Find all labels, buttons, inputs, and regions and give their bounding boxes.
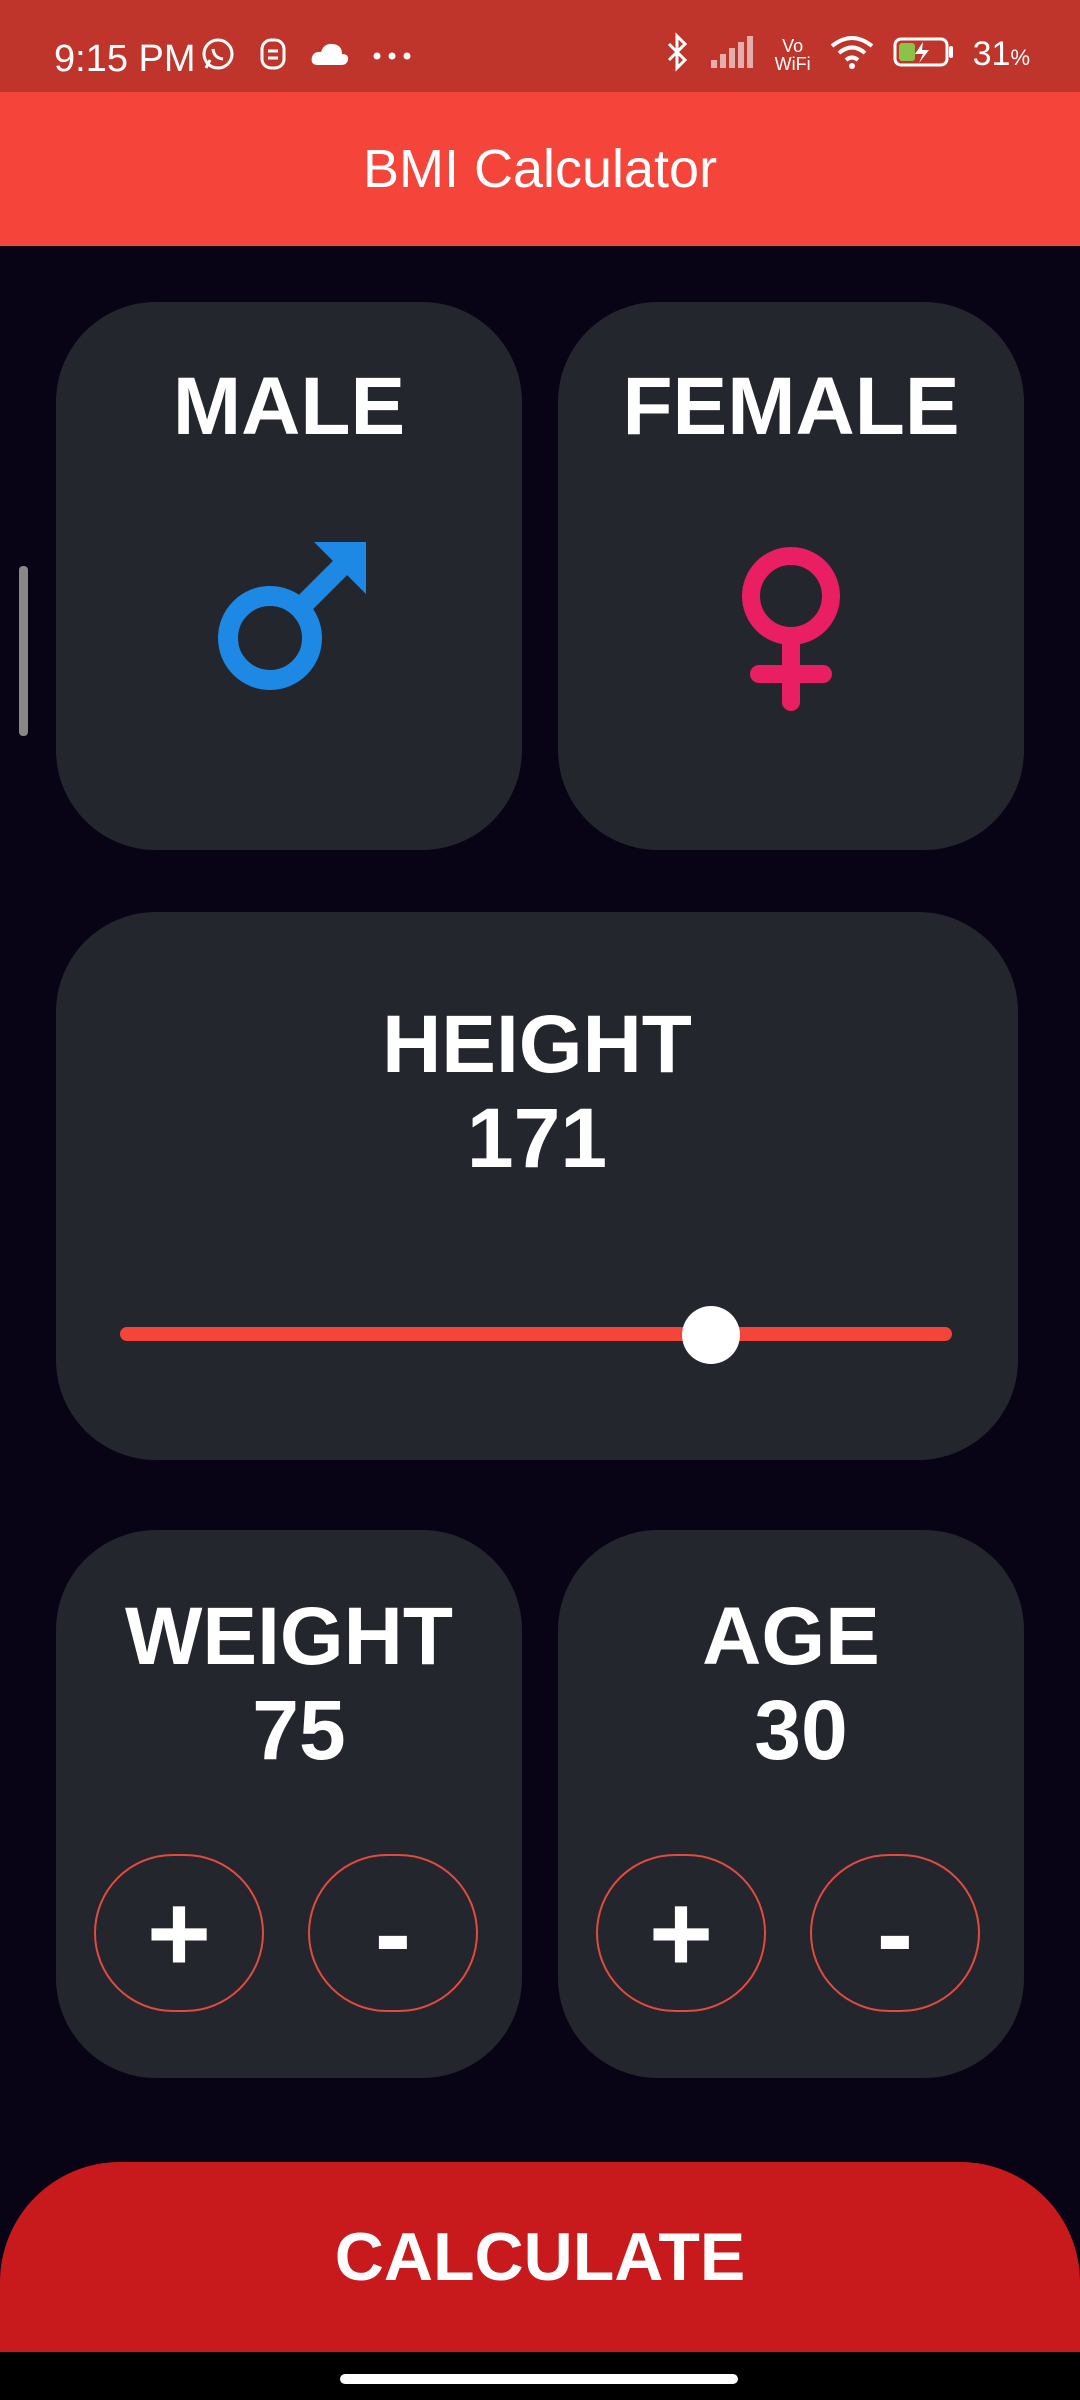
height-card: HEIGHT 171 <box>56 912 1018 1460</box>
age-plus-button[interactable]: + <box>596 1854 766 2012</box>
status-left-icons <box>200 36 412 77</box>
vowifi-bottom-label: WiFi <box>774 53 811 74</box>
weight-plus-button[interactable]: + <box>94 1854 264 2012</box>
app-title: BMI Calculator <box>362 139 718 199</box>
age-card: AGE 30 + - <box>558 1530 1024 2078</box>
navigation-bar <box>0 2352 1080 2400</box>
status-bar: 9:15 PM Vo WiFi 31% <box>0 0 1080 92</box>
battery-unit: % <box>1010 45 1030 70</box>
age-value: 30 <box>754 1683 848 1777</box>
male-label: MALE <box>172 361 406 452</box>
signal-icon <box>709 34 757 75</box>
wifi-icon <box>829 34 875 75</box>
height-label: HEIGHT <box>382 999 692 1090</box>
whatsapp-icon <box>200 36 236 77</box>
age-label: AGE <box>702 1591 880 1682</box>
weight-card: WEIGHT 75 + - <box>56 1530 522 2078</box>
notification-icon <box>258 36 288 77</box>
vowifi-top-label: Vo <box>782 35 804 56</box>
scroll-indicator <box>19 566 28 736</box>
female-label: FEMALE <box>622 361 960 452</box>
female-card[interactable]: FEMALE <box>558 302 1024 850</box>
weight-label: WEIGHT <box>125 1591 453 1682</box>
battery-value: 31 <box>972 35 1011 73</box>
weight-value: 75 <box>252 1683 346 1777</box>
vowifi-icon: Vo WiFi <box>775 37 811 73</box>
height-slider-thumb[interactable] <box>681 1306 740 1364</box>
bluetooth-icon <box>665 32 691 77</box>
app-bar: BMI Calculator <box>0 92 1080 246</box>
cloud-icon <box>310 39 350 74</box>
calculate-button[interactable]: CALCULATE <box>0 2162 1080 2352</box>
male-icon <box>214 534 374 699</box>
battery-icon <box>893 36 955 73</box>
height-slider[interactable] <box>120 1327 952 1341</box>
more-icon <box>372 48 412 66</box>
status-right-icons: Vo WiFi 31% <box>665 32 1030 77</box>
home-gesture-handle[interactable] <box>340 2374 738 2384</box>
weight-minus-button[interactable]: - <box>308 1854 478 2012</box>
female-icon <box>731 542 851 717</box>
age-minus-button[interactable]: - <box>810 1854 980 2012</box>
calculate-label: CALCULATE <box>334 2219 746 2295</box>
battery-percent: 31% <box>973 35 1030 74</box>
male-card[interactable]: MALE <box>56 302 522 850</box>
status-time: 9:15 PM <box>54 38 196 80</box>
height-value: 171 <box>466 1091 608 1185</box>
